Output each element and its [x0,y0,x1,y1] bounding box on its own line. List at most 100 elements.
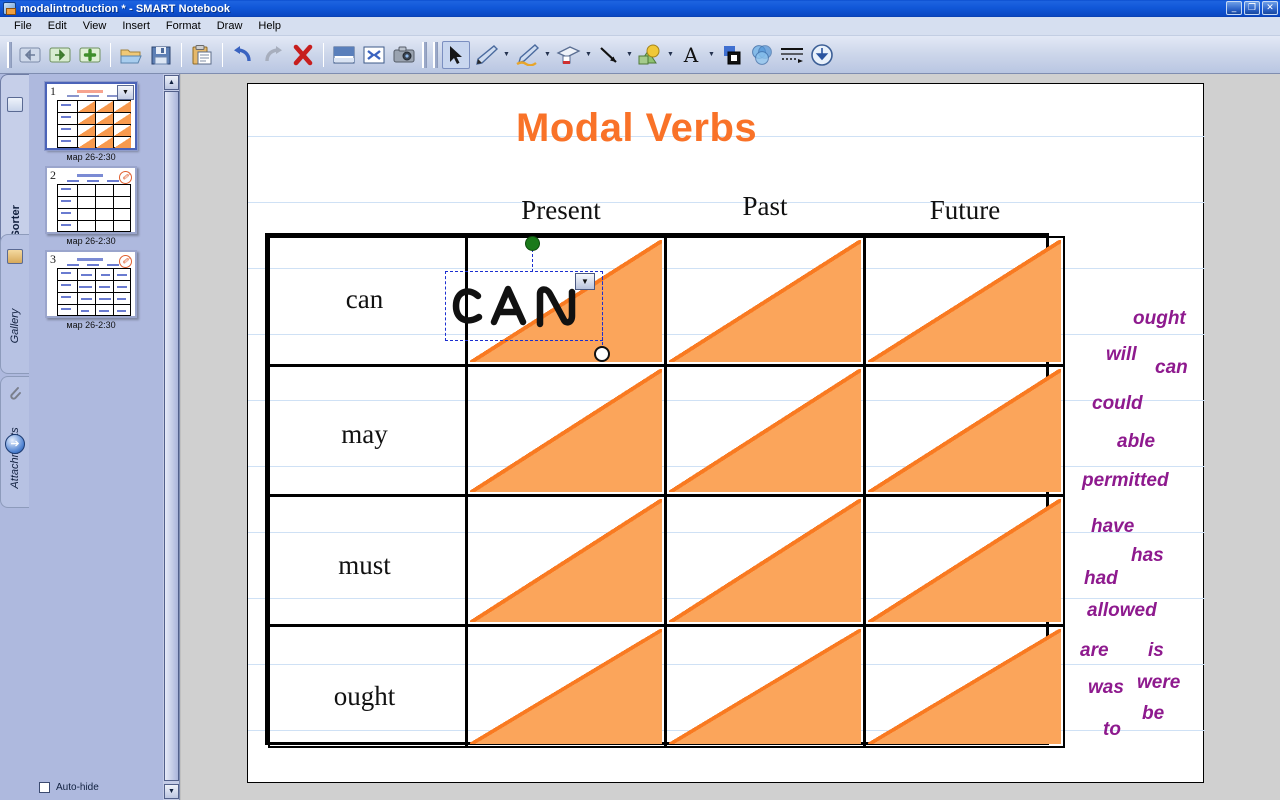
word-bank-item[interactable]: has [1131,545,1164,567]
shapes-options-caret-icon[interactable]: ▼ [665,41,676,69]
row-label-can[interactable]: can [265,284,464,315]
word-bank-item[interactable]: have [1091,516,1134,538]
page-title[interactable]: Modal Verbs [516,106,757,151]
menu-format[interactable]: Format [158,18,209,34]
creative-pen-tool[interactable] [513,41,541,69]
fill-tool[interactable] [718,41,746,69]
open-button[interactable] [117,41,145,69]
page-thumbnail-image-3[interactable]: 3 ✐ [45,250,137,318]
paste-button[interactable] [188,41,216,69]
toolbar-grip[interactable] [422,41,427,68]
table-cell-may-future[interactable] [864,365,1065,496]
word-bank-item[interactable]: could [1092,393,1143,415]
row-label-may[interactable]: may [265,419,464,450]
table-cell-must-past[interactable] [665,495,865,626]
object-menu-button[interactable]: ▼ [575,273,595,290]
pen-options-caret-icon[interactable]: ▼ [501,41,512,69]
page-thumbnail-image-1[interactable]: 1 ▼ [44,81,138,151]
sidebar-tab-gallery[interactable]: Gallery [0,234,29,374]
undo-button[interactable] [229,41,257,69]
notebook-page[interactable]: Modal Verbs Present Past Future can may … [247,83,1205,783]
auto-hide-row[interactable]: Auto-hide [29,774,163,800]
delete-button[interactable] [289,41,317,69]
redo-button[interactable] [259,41,287,69]
toolbar-grip[interactable] [433,41,438,68]
word-bank-item[interactable]: permitted [1082,470,1169,492]
close-button[interactable]: ✕ [1262,1,1278,15]
rotation-handle[interactable] [525,236,540,251]
save-button[interactable] [147,41,175,69]
line-properties-tool[interactable] [778,41,806,69]
column-header-past[interactable]: Past [680,191,850,222]
capture-button[interactable] [390,41,418,69]
table-cell-must-future[interactable] [864,495,1065,626]
arrow-right-circle-icon[interactable]: ➔ [5,434,25,454]
resize-handle[interactable] [594,346,610,362]
minimize-button[interactable]: _ [1226,1,1242,15]
eraser-options-caret-icon[interactable]: ▼ [583,41,594,69]
column-header-present[interactable]: Present [476,195,646,226]
word-bank-item[interactable]: were [1137,672,1180,694]
sidebar-scrollbar[interactable]: ▲ ▼ [163,74,180,800]
menu-help[interactable]: Help [250,18,289,34]
menu-file[interactable]: File [6,18,40,34]
word-bank-item[interactable]: had [1084,568,1118,590]
canvas-area[interactable]: Modal Verbs Present Past Future can may … [181,74,1280,800]
table-cell-ought-present[interactable] [466,625,666,748]
auto-hide-checkbox[interactable] [39,781,50,793]
table-cell-may-present[interactable] [466,365,666,496]
word-bank-item[interactable]: to [1103,719,1121,741]
word-bank-item[interactable]: can [1155,357,1188,379]
page-menu-button-1[interactable]: ▼ [117,85,134,100]
full-screen-button[interactable] [360,41,388,69]
text-options-caret-icon[interactable]: ▼ [706,41,717,69]
line-tool[interactable] [595,41,623,69]
page-sorter-pane: 1 ▼ мар 26-2:30 2 ✐ мар 26-2:30 3 ✐ мар … [29,74,163,774]
word-bank-item[interactable]: able [1117,431,1155,453]
text-tool[interactable]: A [677,41,705,69]
table-cell-can-past[interactable] [665,236,865,366]
table-cell-may-past[interactable] [665,365,865,496]
menu-draw[interactable]: Draw [209,18,251,34]
column-header-future[interactable]: Future [880,195,1050,226]
previous-page-button[interactable] [16,41,44,69]
word-bank-item[interactable]: allowed [1087,600,1157,622]
pen-tool[interactable] [472,41,500,69]
word-bank-item[interactable]: is [1148,640,1164,662]
creative-pen-options-caret-icon[interactable]: ▼ [542,41,553,69]
next-page-button[interactable] [46,41,74,69]
scroll-up-arrow-icon[interactable]: ▲ [164,75,179,90]
screen-shade-button[interactable] [330,41,358,69]
menu-view[interactable]: View [75,18,115,34]
scrollbar-thumb[interactable] [164,91,179,781]
more-tools-button[interactable] [808,41,836,69]
word-bank-item[interactable]: was [1088,677,1124,699]
shapes-tool[interactable] [636,41,664,69]
word-bank-item[interactable]: are [1080,640,1109,662]
restore-button[interactable]: ❐ [1244,1,1260,15]
row-label-must[interactable]: must [265,550,464,581]
page-thumbnail-2[interactable]: 2 ✐ мар 26-2:30 [45,166,137,246]
page-thumbnail-1[interactable]: 1 ▼ мар 26-2:30 [44,81,138,162]
word-bank-item[interactable]: be [1142,703,1164,725]
table-cell-must-present[interactable] [466,495,666,626]
menu-edit[interactable]: Edit [40,18,75,34]
toolbar-grip[interactable] [7,41,12,68]
row-label-ought[interactable]: ought [265,681,464,712]
select-tool[interactable] [442,40,470,69]
table-cell-ought-past[interactable] [665,625,865,748]
table-cell-ought-future[interactable] [864,625,1065,748]
word-bank-item[interactable]: will [1106,344,1137,366]
add-page-button[interactable] [76,41,104,69]
word-bank-item[interactable]: ought [1133,308,1186,330]
scroll-down-arrow-icon[interactable]: ▼ [164,784,179,799]
page-number-1: 1 [50,84,56,98]
table-cell-can-future[interactable] [864,236,1065,366]
page-thumbnail-image-2[interactable]: 2 ✐ [45,166,137,234]
thumb-line [67,180,79,182]
line-options-caret-icon[interactable]: ▼ [624,41,635,69]
page-thumbnail-3[interactable]: 3 ✐ мар 26-2:30 [45,250,137,330]
transparency-tool[interactable] [748,41,776,69]
menu-insert[interactable]: Insert [114,18,158,34]
eraser-tool[interactable] [554,41,582,69]
